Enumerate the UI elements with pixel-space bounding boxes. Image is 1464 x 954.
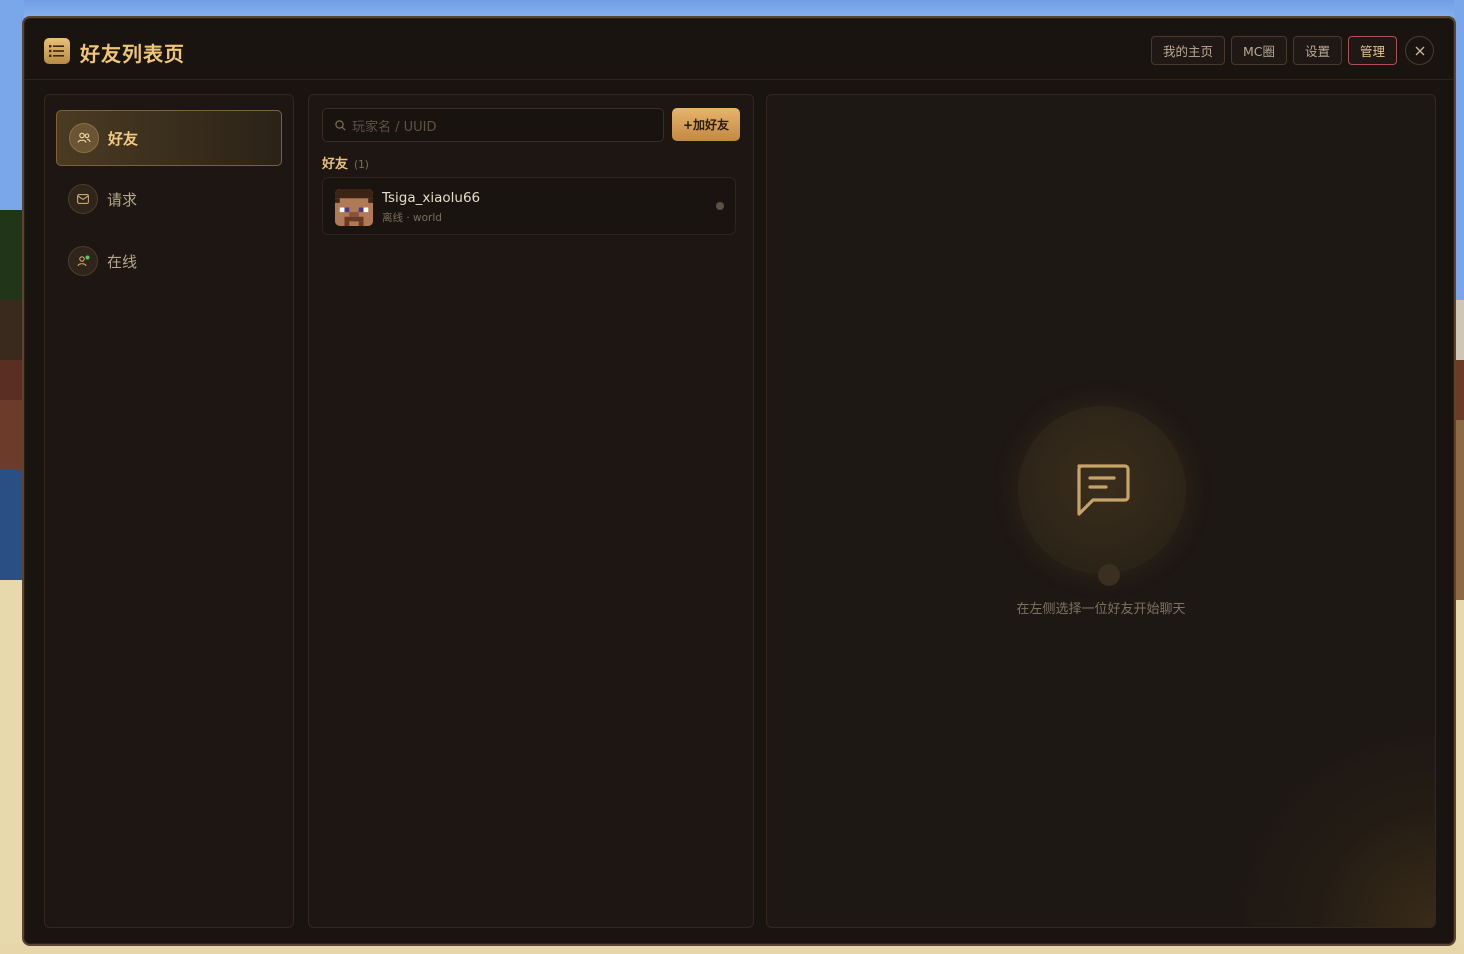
title-bar: 好友列表页 我的主页 MC圈 设置 管理	[24, 18, 1454, 80]
sidebar-item-online[interactable]: 在线	[56, 233, 282, 289]
friends-icon	[69, 123, 99, 153]
decorative-dot	[1098, 564, 1120, 586]
list-icon	[44, 38, 70, 64]
mail-icon	[68, 184, 98, 214]
offline-status-dot	[716, 202, 724, 210]
empty-chat-hint: 在左侧选择一位好友开始聊天	[1016, 602, 1186, 617]
online-user-icon	[68, 246, 98, 276]
close-button[interactable]	[1405, 36, 1434, 65]
section-count: (1)	[354, 159, 369, 171]
friend-status: 离线 · world	[382, 212, 442, 224]
sidebar: 好友 请求 在线	[44, 94, 294, 928]
sidebar-item-label: 在线	[107, 252, 138, 271]
friends-list-panel: 玩家名 / UUID +加好友 好友 (1) Tsiga_xiaolu66 离线…	[308, 94, 754, 928]
my-homepage-button[interactable]: 我的主页	[1150, 36, 1225, 65]
top-nav: 我的主页 MC圈 设置 管理	[1150, 36, 1434, 65]
chat-placeholder-circle	[1018, 406, 1186, 574]
admin-button[interactable]: 管理	[1347, 36, 1397, 65]
search-placeholder: 玩家名 / UUID	[352, 119, 437, 135]
search-input[interactable]: 玩家名 / UUID	[322, 108, 664, 142]
background-scenery-left	[0, 0, 24, 954]
search-icon	[335, 119, 346, 131]
sidebar-item-label: 请求	[107, 190, 138, 209]
sidebar-item-label: 好友	[108, 129, 139, 148]
page-title: 好友列表页	[80, 42, 185, 66]
friends-window: 好友列表页 我的主页 MC圈 设置 管理 好友 请求 在线 玩家名 / UUID…	[22, 16, 1456, 946]
mc-circle-button[interactable]: MC圈	[1230, 36, 1287, 65]
close-icon	[1415, 46, 1424, 55]
avatar	[335, 189, 373, 226]
settings-button[interactable]: 设置	[1292, 36, 1342, 65]
sidebar-item-requests[interactable]: 请求	[56, 171, 282, 227]
section-label: 好友	[322, 157, 349, 172]
chat-bubble-icon	[1077, 464, 1130, 516]
chat-panel: 在左侧选择一位好友开始聊天	[766, 94, 1436, 928]
friend-name: Tsiga_xiaolu66	[382, 190, 481, 206]
list-item[interactable]: Tsiga_xiaolu66 离线 · world	[322, 177, 736, 235]
add-friend-button[interactable]: +加好友	[672, 108, 740, 141]
friends-section-header: 好友 (1)	[322, 153, 369, 172]
sidebar-item-friends[interactable]: 好友	[56, 110, 282, 166]
